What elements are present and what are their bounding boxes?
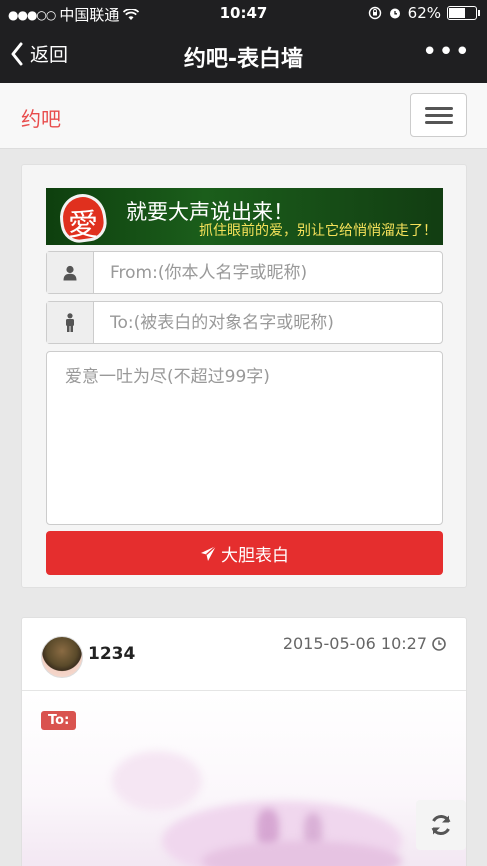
alarm-clock-icon	[389, 8, 400, 19]
promo-banner: 愛 就要大声说出来！ 抓住眼前的爱，别让它给悄悄溜走了！	[46, 188, 443, 245]
page-title: 约吧-表白墙	[183, 47, 304, 72]
battery-percent: 62%	[407, 4, 441, 22]
clock-icon	[432, 636, 446, 651]
hamburger-line	[425, 107, 453, 110]
more-menu-button[interactable]: •••	[422, 37, 471, 67]
user-icon	[47, 252, 94, 293]
hamburger-menu-button[interactable]	[410, 93, 467, 137]
hamburger-line	[425, 121, 453, 124]
avatar[interactable]	[41, 636, 83, 678]
to-input[interactable]	[94, 302, 442, 343]
brand-link[interactable]: 约吧	[21, 103, 61, 132]
app-top-bar: ●●●○○ 中国联通 10:47 62% 返回 约吧-表白墙 •••	[0, 0, 487, 83]
confession-post-card: 1234 2015-05-06 10:27 To:	[21, 617, 467, 866]
confession-form-panel: 愛 就要大声说出来！ 抓住眼前的爱，别让它给悄悄溜走了！ From:(你本人名字…	[21, 164, 467, 588]
banner-subline: 抓住眼前的爱，别让它给悄悄溜走了！	[199, 223, 437, 239]
from-input-group	[46, 251, 443, 294]
wechat-nav-bar: 返回 约吧-表白墙 •••	[0, 28, 487, 83]
to-input-group	[46, 301, 443, 344]
refresh-button[interactable]	[416, 800, 466, 850]
hamburger-line	[425, 114, 453, 117]
heart-icon: 愛	[50, 191, 118, 245]
post-timestamp: 2015-05-06 10:27	[283, 634, 446, 653]
to-tag: To:	[41, 711, 77, 730]
battery-icon	[447, 6, 480, 20]
person-icon	[47, 302, 94, 343]
rotation-lock-icon	[368, 6, 381, 20]
site-header: 约吧	[0, 83, 487, 149]
post-username: 1234	[88, 644, 136, 664]
from-input[interactable]	[94, 252, 442, 293]
battery-fill	[449, 8, 466, 18]
submit-label: 大胆表白	[221, 545, 289, 566]
post-time-text: 2015-05-06 10:27	[282, 634, 427, 653]
post-photo	[22, 691, 466, 866]
heart-character: 愛	[68, 208, 98, 243]
confess-submit-button[interactable]: 大胆表白	[46, 531, 443, 575]
status-bar: ●●●○○ 中国联通 10:47 62%	[0, 0, 487, 28]
refresh-icon	[431, 814, 451, 836]
message-textarea[interactable]	[46, 351, 443, 525]
send-icon	[201, 545, 217, 561]
